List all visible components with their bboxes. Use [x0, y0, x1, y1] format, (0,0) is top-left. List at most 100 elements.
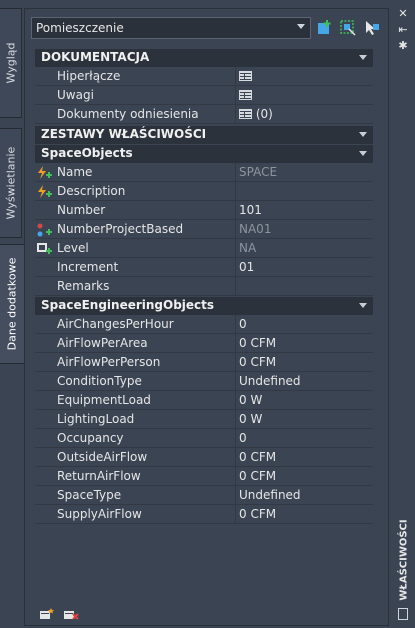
- property-row-number[interactable]: Number 101: [35, 201, 373, 220]
- table-icon[interactable]: [239, 71, 252, 81]
- property-value[interactable]: 0 CFM: [239, 450, 276, 464]
- location-icon: [37, 243, 52, 254]
- property-value[interactable]: [239, 69, 252, 83]
- property-row-notes[interactable]: Uwagi: [35, 86, 373, 105]
- property-row-airflowperperson[interactable]: AirFlowPerPerson 0 CFM: [35, 353, 373, 372]
- property-key: Dokumenty odniesienia: [57, 107, 199, 121]
- property-sections: DOKUMENTACJA Hiperłącze Uwagi Dokumenty …: [35, 49, 373, 524]
- property-row-equipmentload[interactable]: EquipmentLoad 0 W: [35, 391, 373, 410]
- property-row-number-project-based[interactable]: NumberProjectBased NA01: [35, 220, 373, 239]
- properties-panel: Pomieszczenie DOKUMENTACJA Hiperłącze Uw…: [24, 8, 389, 626]
- palette-title: WŁAŚCIWOŚCI: [392, 519, 415, 601]
- tab-label: Wyświetlanie: [4, 146, 17, 220]
- palette-title-text: WŁAŚCIWOŚCI: [398, 519, 409, 601]
- collapse-icon[interactable]: [359, 151, 367, 156]
- row-separator: [235, 429, 236, 448]
- table-icon[interactable]: [239, 109, 252, 119]
- add-property-set-icon[interactable]: [39, 607, 55, 621]
- property-row-hyperlink[interactable]: Hiperłącze: [35, 67, 373, 86]
- row-separator: [235, 467, 236, 486]
- lightning-auto-icon: [38, 166, 52, 179]
- row-separator: [235, 391, 236, 410]
- property-row-occupancy[interactable]: Occupancy 0: [35, 429, 373, 448]
- property-value[interactable]: Undefined: [239, 374, 301, 388]
- property-value[interactable]: 0 CFM: [239, 507, 276, 521]
- property-value[interactable]: 0 CFM: [239, 336, 276, 350]
- lightning-auto-icon: [38, 185, 52, 198]
- property-row-airchangesperhour[interactable]: AirChangesPerHour 0: [35, 315, 373, 334]
- close-icon[interactable]: ✕: [396, 8, 410, 20]
- collapse-icon[interactable]: [359, 132, 367, 137]
- table-icon[interactable]: [239, 90, 252, 100]
- row-separator: [235, 239, 236, 258]
- property-value[interactable]: 0 CFM: [239, 469, 276, 483]
- property-value[interactable]: 0 W: [239, 412, 262, 426]
- property-row-spacetype[interactable]: SpaceType Undefined: [35, 486, 373, 505]
- property-row-supplyairflow[interactable]: SupplyAirFlow 0 CFM: [35, 505, 373, 524]
- property-row-remarks[interactable]: Remarks: [35, 277, 373, 296]
- property-row-description[interactable]: Description: [35, 182, 373, 201]
- collapse-icon[interactable]: [359, 303, 367, 308]
- property-value[interactable]: 0 CFM: [239, 355, 276, 369]
- tab-dane-dodatkowe[interactable]: Dane dodatkowe: [0, 244, 24, 364]
- row-separator: [235, 353, 236, 372]
- tab-label: Dane dodatkowe: [5, 257, 19, 351]
- section-header-documentation[interactable]: DOKUMENTACJA: [35, 49, 373, 67]
- property-key: SupplyAirFlow: [57, 507, 142, 521]
- subsection-header-spaceengineeringobjects[interactable]: SpaceEngineeringObjects: [35, 297, 373, 315]
- tab-wyswietlanie[interactable]: Wyświetlanie: [0, 128, 22, 238]
- dropdown-value: Pomieszczenie: [36, 21, 124, 35]
- row-separator: [235, 277, 236, 296]
- row-separator: [235, 182, 236, 201]
- property-row-airflowperarea[interactable]: AirFlowPerArea 0 CFM: [35, 334, 373, 353]
- remove-property-set-icon[interactable]: [63, 607, 79, 621]
- property-row-level[interactable]: Level NA: [35, 239, 373, 258]
- property-row-increment[interactable]: Increment 01: [35, 258, 373, 277]
- property-value[interactable]: 0 W: [239, 393, 262, 407]
- row-separator: [235, 334, 236, 353]
- section-title: ZESTAWY WŁAŚCIWOŚCI: [41, 127, 207, 141]
- collapse-icon[interactable]: [359, 55, 367, 60]
- tab-wyglad[interactable]: Wygląd: [0, 8, 22, 118]
- property-value[interactable]: 101: [239, 203, 262, 217]
- palette-menu-icon[interactable]: [398, 608, 408, 620]
- settings-icon[interactable]: ✱: [396, 40, 410, 52]
- select-objects-icon[interactable]: [362, 19, 380, 37]
- row-separator: [235, 315, 236, 334]
- add-to-selection-icon[interactable]: [316, 19, 334, 37]
- row-separator: [235, 505, 236, 524]
- subsection-header-spaceobjects[interactable]: SpaceObjects: [35, 145, 373, 163]
- property-value: NA01: [239, 222, 272, 236]
- subsection-title: SpaceObjects: [41, 146, 133, 160]
- property-row-conditiontype[interactable]: ConditionType Undefined: [35, 372, 373, 391]
- property-value[interactable]: (0): [239, 107, 273, 121]
- property-value[interactable]: 0: [239, 317, 247, 331]
- property-row-returnairflow[interactable]: ReturnAirFlow 0 CFM: [35, 467, 373, 486]
- row-separator: [235, 258, 236, 277]
- property-row-reference-docs[interactable]: Dokumenty odniesienia (0): [35, 105, 373, 124]
- row-separator: [235, 410, 236, 429]
- row-separator: [235, 105, 236, 124]
- property-key: Remarks: [57, 279, 110, 293]
- section-header-property-sets[interactable]: ZESTAWY WŁAŚCIWOŚCI: [35, 126, 373, 144]
- object-type-dropdown[interactable]: Pomieszczenie: [31, 17, 311, 39]
- property-row-name[interactable]: Name SPACE: [35, 163, 373, 182]
- row-separator: [235, 486, 236, 505]
- auto-hide-icon[interactable]: ⇤: [396, 24, 410, 36]
- property-value[interactable]: [239, 88, 252, 102]
- property-value[interactable]: Undefined: [239, 488, 301, 502]
- left-tab-strip: Wygląd Wyświetlanie Dane dodatkowe: [0, 0, 24, 628]
- engineering-rows: AirChangesPerHour 0 AirFlowPerArea 0 CFM Air…: [35, 315, 373, 524]
- subsection-title: SpaceEngineeringObjects: [41, 298, 215, 312]
- row-separator: [235, 86, 236, 105]
- quick-select-icon[interactable]: [339, 19, 357, 37]
- property-value[interactable]: 01: [239, 260, 254, 274]
- property-row-outsideairflow[interactable]: OutsideAirFlow 0 CFM: [35, 448, 373, 467]
- property-value[interactable]: 0: [239, 431, 247, 445]
- row-separator: [235, 372, 236, 391]
- formula-icon: [37, 223, 52, 237]
- chevron-down-icon: [297, 24, 305, 29]
- reference-count: (0): [255, 107, 273, 121]
- property-row-lightingload[interactable]: LightingLoad 0 W: [35, 410, 373, 429]
- row-separator: [235, 448, 236, 467]
